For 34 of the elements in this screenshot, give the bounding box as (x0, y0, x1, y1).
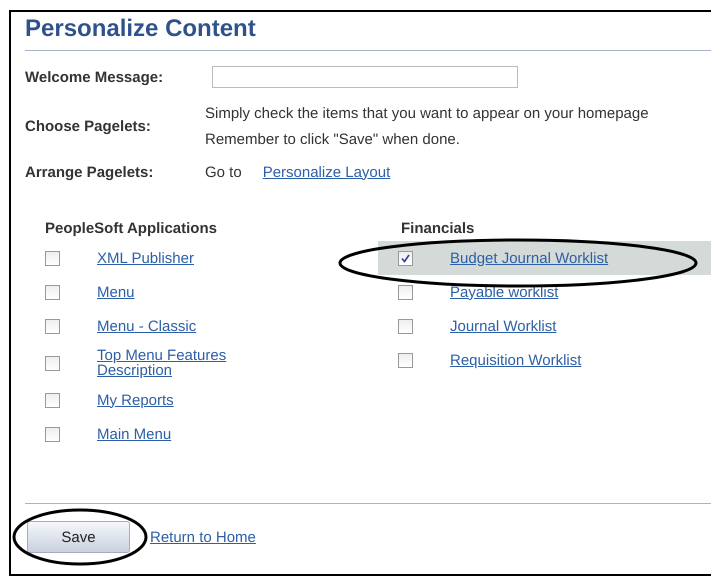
field-label: Welcome Message: (25, 68, 164, 86)
pagelet-link[interactable]: Menu (97, 284, 135, 300)
pagelet-link[interactable]: Main Menu (97, 426, 172, 442)
personalize-layout-link[interactable]: Personalize Layout (262, 164, 390, 180)
field-label: Choose Pagelets: (25, 118, 152, 134)
checkbox[interactable] (398, 250, 413, 266)
checkbox[interactable] (398, 284, 413, 300)
pagelet-link[interactable]: Payable worklist (450, 284, 558, 300)
pagelet-link[interactable]: Budget Journal Worklist (450, 250, 608, 266)
pagelet-link[interactable]: Journal Worklist (450, 318, 556, 334)
checkbox[interactable] (45, 356, 60, 370)
pagelet-link[interactable]: Top Menu Features Description (97, 348, 267, 378)
checkbox[interactable] (45, 284, 60, 300)
checkbox[interactable] (45, 426, 60, 442)
go-to-text: Go to (205, 164, 242, 180)
checkbox[interactable] (398, 352, 413, 368)
pagelet-link[interactable]: Requisition Worklist (450, 352, 582, 368)
return-to-home-link[interactable]: Return to Home (150, 528, 256, 546)
checkbox[interactable] (398, 318, 413, 334)
pagelet-link[interactable]: Menu - Classic (97, 318, 196, 334)
checkbox[interactable] (45, 318, 60, 334)
pagelet-link[interactable]: XML Publisher (97, 250, 194, 266)
check-icon (401, 254, 410, 262)
checkbox[interactable] (45, 392, 60, 408)
instruction-text: Simply check the items that you want to appear on your homepage (205, 104, 649, 122)
welcome-message-field[interactable] (212, 66, 518, 88)
column-heading: Financials (401, 219, 476, 239)
save-button[interactable]: Save (27, 521, 130, 553)
checkbox[interactable] (45, 250, 60, 266)
page-title: Personalize Content (25, 14, 257, 44)
column-heading: PeopleSoft Applications (45, 219, 218, 239)
field-label: Arrange Pagelets: (25, 164, 154, 180)
instruction-text: Remember to click "Save" when done. (205, 130, 461, 148)
pagelet-link[interactable]: My Reports (97, 392, 174, 408)
